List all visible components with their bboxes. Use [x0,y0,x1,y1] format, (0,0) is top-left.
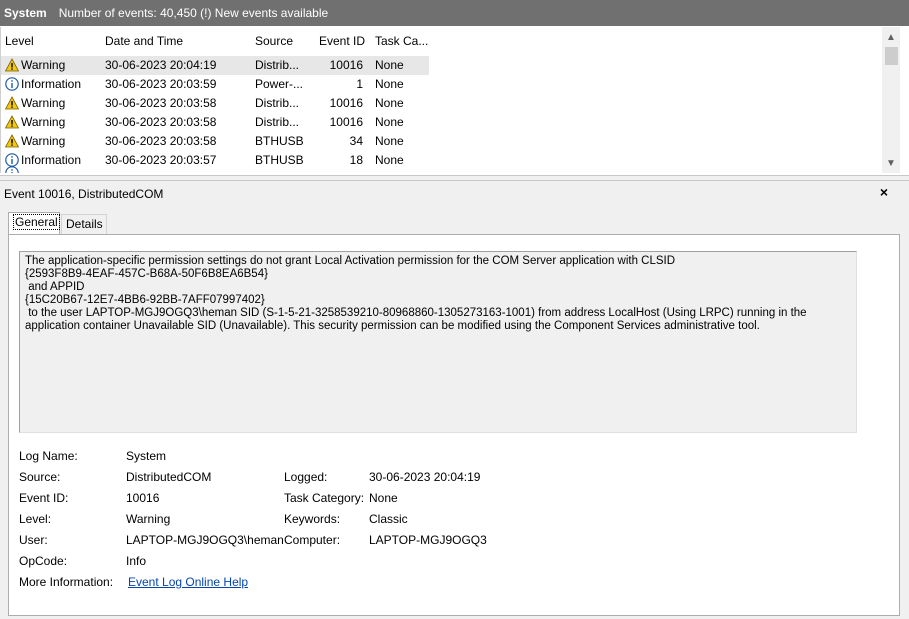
cell-source: Distrib... [255,96,300,110]
table-row[interactable]: Warning 30-06-2023 20:03:58 Distrib... 1001… [1,113,883,132]
tab-general[interactable]: General [8,212,60,234]
close-icon[interactable]: × [876,184,892,200]
level-text: Warning [21,58,66,72]
description-line: to the user LAPTOP-MGJ9OGQ3\heman SID (S… [25,307,807,319]
level-text: Warning [21,134,66,148]
cell-source: BTHUSB [255,134,304,148]
cell-event-id: 18 [349,153,363,167]
cell-task-category: None [375,58,404,72]
warning-icon [5,115,20,129]
event-list-header: Level Date and Time Source Event ID Task… [1,34,883,50]
cell-date-time: 30-06-2023 20:03:59 [105,77,217,91]
event-detail-title: Event 10016, DistributedCOM [4,187,164,201]
cell-date-time: 30-06-2023 20:04:19 [105,58,217,72]
level-text: Information [21,77,82,91]
level-text: Warning [21,96,66,110]
log-name: System [4,6,47,20]
user-label: User: [19,533,48,547]
warning-icon [5,58,20,72]
description-line: The application-specific permission sett… [25,255,676,267]
event-description[interactable]: The application-specific permission sett… [19,251,857,433]
information-icon [5,153,19,167]
cell-date-time: 30-06-2023 20:03:58 [105,134,217,148]
cell-event-id: 10016 [329,96,363,110]
opcode-value[interactable]: Info [126,554,146,568]
cell-source: Power-... [255,77,304,91]
event-id-label: Event ID: [19,491,69,505]
log-header-bar: System Number of events: 40,450 (!) New … [0,0,909,26]
column-header-event-id[interactable]: Event ID [319,34,365,48]
opcode-label: OpCode: [19,554,68,568]
cell-source: Distrib... [255,58,300,72]
level-label: Level: [19,512,52,526]
tab-details[interactable]: Details [61,214,107,234]
user-value[interactable]: LAPTOP-MGJ9OGQ3\heman [126,533,284,547]
cell-source: BTHUSB [255,153,304,167]
task-category-label: Task Category: [284,491,365,505]
cell-level: Information [5,153,101,167]
source-value[interactable]: DistributedCOM [126,470,211,484]
cell-event-id: 34 [349,134,363,148]
log-name-label: Log Name: [19,449,78,463]
cell-source: Distrib... [255,115,300,129]
event-detail-pane: Event 10016, DistributedCOM × General De… [0,181,909,619]
cell-task-category: None [375,134,404,148]
cell-event-id: 10016 [329,58,363,72]
logged-value[interactable]: 30-06-2023 20:04:19 [369,470,480,484]
cell-level: Warning [5,134,101,148]
table-row[interactable]: Information 30-06-2023 20:03:57 BTHUSB 18 No… [1,151,883,170]
column-header-level[interactable]: Level [5,34,34,48]
table-row[interactable]: Information 30-06-2023 20:03:59 Power-... 1… [1,75,883,94]
cell-level: Information [5,77,101,91]
information-icon [5,166,19,173]
logged-label: Logged: [284,470,328,484]
more-information-label: More Information: [19,575,114,589]
computer-label: Computer: [284,533,341,547]
scroll-thumb[interactable] [885,47,898,65]
description-line: and APPID [25,281,85,293]
cell-task-category: None [375,115,404,129]
cell-date-time: 30-06-2023 20:03:58 [105,96,217,110]
task-category-value[interactable]: None [369,491,398,505]
cell-task-category: None [375,96,404,110]
column-header-date-time[interactable]: Date and Time [105,34,183,48]
cell-task-category: None [375,153,404,167]
level-text: Information [21,153,82,167]
description-line: {15C20B67-12E7-4BB6-92BB-7AFF07997402} [25,294,265,306]
event-count-text: Number of events: 40,450 (!) New events … [58,6,329,20]
event-log-online-help-link[interactable]: Event Log Online Help [128,575,248,589]
cell-level: Warning [5,96,101,110]
table-row[interactable]: Warning 30-06-2023 20:03:58 Distrib... 1001… [1,94,883,113]
computer-value[interactable]: LAPTOP-MGJ9OGQ3 [369,533,487,547]
warning-icon [5,134,20,148]
information-icon [5,77,19,91]
column-header-source[interactable]: Source [255,34,293,48]
log-name-value[interactable]: System [126,449,166,463]
cell-date-time: 30-06-2023 20:03:58 [105,115,217,129]
warning-icon [5,96,20,110]
source-label: Source: [19,470,61,484]
cell-level: Warning [5,115,101,129]
table-row[interactable]: Warning 30-06-2023 20:03:58 BTHUSB 34 None [1,132,883,151]
table-row[interactable]: Warning 30-06-2023 20:04:19 Distrib... 1001… [1,56,883,75]
event-id-value[interactable]: 10016 [126,491,159,505]
column-header-task-category[interactable]: Task Ca... [375,34,428,48]
level-value[interactable]: Warning [126,512,170,526]
cell-level: Warning [5,58,101,72]
event-list[interactable]: Level Date and Time Source Event ID Task… [0,27,900,173]
description-line: application container Unavailable SID (U… [25,320,760,332]
description-line: {2593F8B9-4EAF-457C-B68A-50F6B8EA6B54} [25,268,268,280]
scroll-down-icon[interactable]: ▼ [882,155,900,171]
level-text: Warning [21,115,66,129]
cell-date-time: 30-06-2023 20:03:57 [105,153,217,167]
keywords-label: Keywords: [284,512,341,526]
event-list-scrollbar[interactable]: ▲ ▼ [882,27,900,173]
cell-event-id: 1 [356,77,363,91]
cell-task-category: None [375,77,404,91]
keywords-value[interactable]: Classic [369,512,408,526]
cell-event-id: 10016 [329,115,363,129]
event-rows: Warning 30-06-2023 20:04:19 Distrib... 1001… [1,56,883,173]
scroll-up-icon[interactable]: ▲ [882,29,900,45]
